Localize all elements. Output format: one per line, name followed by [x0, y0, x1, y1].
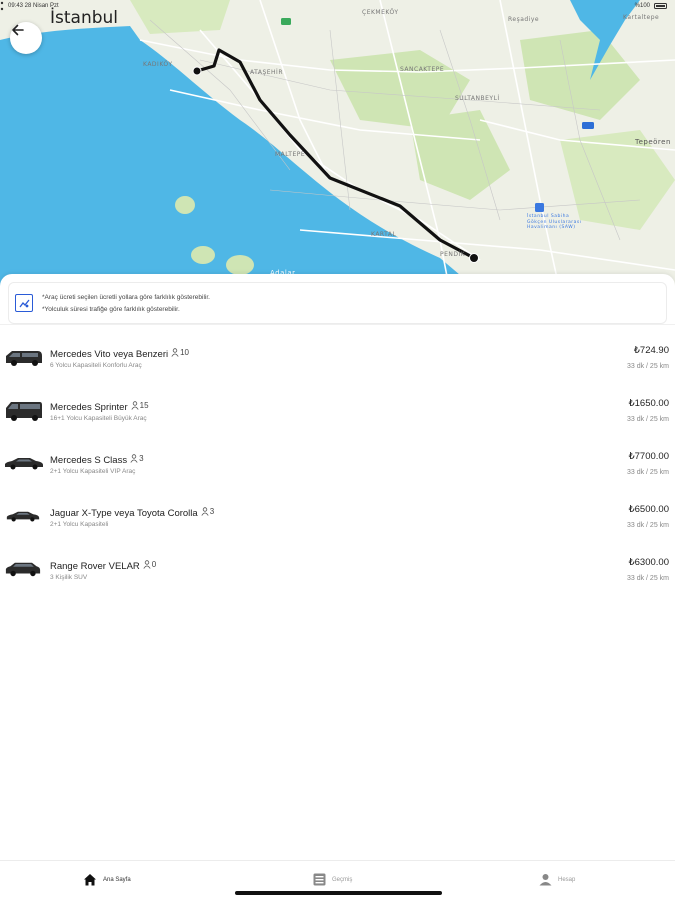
home-indicator — [235, 891, 442, 895]
map-label: KADIKÖY — [143, 61, 173, 68]
vehicle-price: ₺7700.00 — [628, 451, 669, 462]
vehicle-name-text: Mercedes Vito veya Benzeri — [50, 349, 169, 360]
status-indicators: %100 — [635, 3, 667, 9]
map-label: KARTAL — [371, 231, 397, 238]
vehicle-option[interactable]: Mercedes Vito veya Benzeri 10 6 Yolcu Kap… — [0, 338, 675, 388]
vehicle-duration-distance: 33 dk / 25 km — [626, 469, 669, 476]
capacity: 15 — [131, 401, 149, 410]
map-label: Kartaltepe — [623, 14, 660, 21]
battery-icon — [654, 3, 667, 9]
map-label: ATAŞEHİR — [250, 69, 283, 76]
minibus-icon — [6, 402, 42, 421]
vehicle-option[interactable]: Range Rover VELAR 0 3 Kişilik SUV ₺6300.0… — [0, 550, 675, 600]
home-icon — [84, 874, 96, 886]
back-button[interactable] — [10, 22, 42, 54]
suv-icon — [5, 562, 41, 577]
map-label: Reşadiye — [508, 16, 540, 23]
passenger-icon — [130, 454, 138, 463]
capacity-count: 3 — [209, 507, 215, 516]
tab-account[interactable]: Hesap — [539, 873, 575, 886]
sedan-icon — [6, 511, 40, 522]
sedan-icon — [5, 458, 43, 470]
vehicle-name-text: Mercedes S Class — [50, 455, 128, 466]
map-label: Tepeören — [635, 138, 671, 146]
info-notice: *Araç ücreti seçilen ücretli yollara gör… — [8, 282, 667, 324]
vehicle-name-text: Range Rover VELAR — [50, 561, 140, 572]
divider — [0, 324, 675, 325]
capacity: 3 — [130, 454, 144, 463]
passenger-icon — [143, 560, 151, 569]
van-icon — [6, 351, 42, 366]
map-label: SANCAKTEPE — [400, 66, 445, 73]
vehicle-name: Mercedes Sprinter 15 — [50, 401, 149, 413]
vehicle-description: 6 Yolcu Kapasiteli Konforlu Araç — [50, 362, 142, 369]
route-map[interactable]: 09:43 28 Nisan Pzt %100 İstanbul KADIKÖY… — [0, 0, 675, 292]
vehicle-description: 2+1 Yolcu Kapasiteli — [50, 521, 109, 528]
capacity: 0 — [143, 560, 156, 569]
vehicle-duration-distance: 33 dk / 25 km — [626, 363, 669, 370]
tab-account-label: Hesap — [558, 876, 576, 883]
vehicle-duration-distance: 33 dk / 25 km — [626, 522, 669, 529]
vehicle-price: ₺6500.00 — [628, 504, 669, 515]
capacity: 10 — [171, 348, 189, 357]
map-label: ÇEKMEKÖY — [362, 9, 399, 16]
map-city-label: İstanbul — [50, 8, 119, 28]
vehicle-sheet: *Araç ücreti seçilen ücretli yollara gör… — [0, 274, 675, 860]
map-label: PENDİK — [440, 251, 466, 258]
vehicle-name-text: Jaguar X-Type veya Toyota Corolla — [50, 508, 198, 519]
capacity: 3 — [201, 507, 214, 516]
vehicle-name: Mercedes S Class 3 — [50, 454, 144, 466]
vehicle-price: ₺1650.00 — [628, 398, 669, 409]
vehicle-name: Range Rover VELAR 0 — [50, 560, 156, 572]
vehicle-name: Jaguar X-Type veya Toyota Corolla 3 — [50, 507, 214, 519]
vehicle-price: ₺724.90 — [633, 345, 669, 356]
vehicle-description: 2+1 Yolcu Kapasiteli VIP Araç — [50, 468, 136, 475]
vehicle-duration-distance: 33 dk / 25 km — [626, 575, 669, 582]
notice-time-text: *Yolculuk süresi trafiğe göre farklılık … — [42, 305, 180, 313]
vehicle-name: Mercedes Vito veya Benzeri 10 — [50, 348, 189, 360]
vehicle-name-text: Mercedes Sprinter — [50, 402, 128, 413]
passenger-icon — [171, 348, 179, 357]
vehicle-description: 16+1 Yolcu Kapasiteli Büyük Araç — [50, 415, 147, 422]
battery-percent: %100 — [634, 3, 650, 9]
capacity-count: 3 — [139, 454, 144, 463]
capacity-count: 15 — [139, 401, 149, 410]
more-icon[interactable] — [0, 0, 4, 18]
vehicle-duration-distance: 33 dk / 25 km — [626, 416, 669, 423]
passenger-icon — [131, 401, 139, 410]
map-label: İstanbul Sabiha Gökçen Uluslararası Hava… — [527, 214, 582, 230]
arrow-left-icon — [12, 24, 24, 36]
vehicle-option[interactable]: Jaguar X-Type veya Toyota Corolla 3 2+1 Y… — [0, 497, 675, 547]
tab-history-label: Geçmiş — [332, 876, 353, 883]
map-canvas — [0, 0, 675, 292]
vehicle-option[interactable]: Mercedes Sprinter 15 16+1 Yolcu Kapasitel… — [0, 391, 675, 441]
history-icon — [313, 873, 326, 886]
tab-home-label: Ana Sayfa — [103, 876, 131, 883]
route-info-icon — [15, 294, 33, 312]
vehicle-price: ₺6300.00 — [628, 557, 669, 568]
map-label: SULTANBEYLİ — [455, 95, 500, 102]
passenger-icon — [201, 507, 209, 516]
vehicle-description: 3 Kişilik SUV — [50, 574, 88, 581]
capacity-count: 10 — [180, 348, 190, 357]
map-label: MALTEPE — [275, 151, 306, 158]
capacity-count: 0 — [151, 560, 157, 569]
tab-home[interactable]: Ana Sayfa — [83, 873, 131, 886]
tab-history[interactable]: Geçmiş — [313, 873, 352, 886]
notice-fare-text: *Araç ücreti seçilen ücretli yollara gör… — [42, 293, 210, 301]
vehicle-option[interactable]: Mercedes S Class 3 2+1 Yolcu Kapasiteli V… — [0, 444, 675, 494]
account-icon — [539, 874, 552, 886]
